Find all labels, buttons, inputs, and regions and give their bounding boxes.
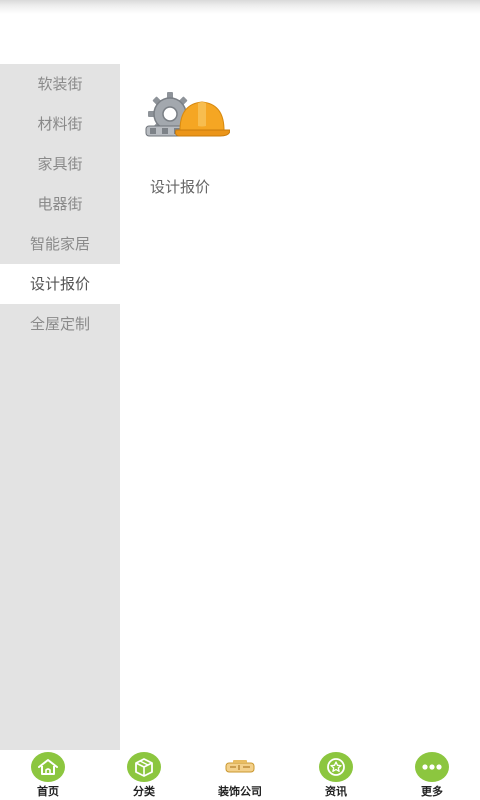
home-icon: [31, 752, 65, 782]
nav-home-label: 首页: [37, 785, 59, 798]
category-tile-design-quote[interactable]: 设计报价: [140, 90, 230, 197]
sidebar-item-design-quote[interactable]: 设计报价: [0, 264, 120, 304]
bottom-nav: 首页 分类 装饰公司 资讯 更多: [0, 750, 480, 800]
star-badge-icon: [319, 752, 353, 782]
nav-news-label: 资讯: [325, 785, 347, 798]
box-icon: [127, 752, 161, 782]
nav-news[interactable]: 资讯: [288, 750, 384, 800]
sidebar-item-soft-decor[interactable]: 软装街: [0, 64, 120, 104]
nav-decoration-company-label: 装饰公司: [218, 785, 262, 798]
category-sidebar: 软装街 材料街 家具街 电器街 智能家居 设计报价 全屋定制: [0, 64, 120, 750]
sidebar-item-appliances[interactable]: 电器街: [0, 184, 120, 224]
nav-decoration-company[interactable]: 装饰公司: [192, 750, 288, 800]
gear-hardhat-icon: [145, 92, 230, 137]
nav-home[interactable]: 首页: [0, 750, 96, 800]
app-root: 软装街 材料街 家具街 电器街 智能家居 设计报价 全屋定制 设计报价 首页 分…: [0, 0, 480, 800]
sidebar-item-smart-home[interactable]: 智能家居: [0, 224, 120, 264]
sidebar-item-furniture[interactable]: 家具街: [0, 144, 120, 184]
nav-more[interactable]: 更多: [384, 750, 480, 800]
category-content: 设计报价: [120, 64, 480, 750]
top-shadow: [0, 0, 480, 14]
nav-more-label: 更多: [421, 785, 443, 798]
sidebar-item-materials[interactable]: 材料街: [0, 104, 120, 144]
more-dots-icon: [415, 752, 449, 782]
nav-category-label: 分类: [133, 785, 155, 798]
sidebar-item-custom-whole-house[interactable]: 全屋定制: [0, 304, 120, 344]
company-logo-icon: [223, 752, 257, 782]
nav-category[interactable]: 分类: [96, 750, 192, 800]
category-tile-label: 设计报价: [150, 178, 211, 196]
